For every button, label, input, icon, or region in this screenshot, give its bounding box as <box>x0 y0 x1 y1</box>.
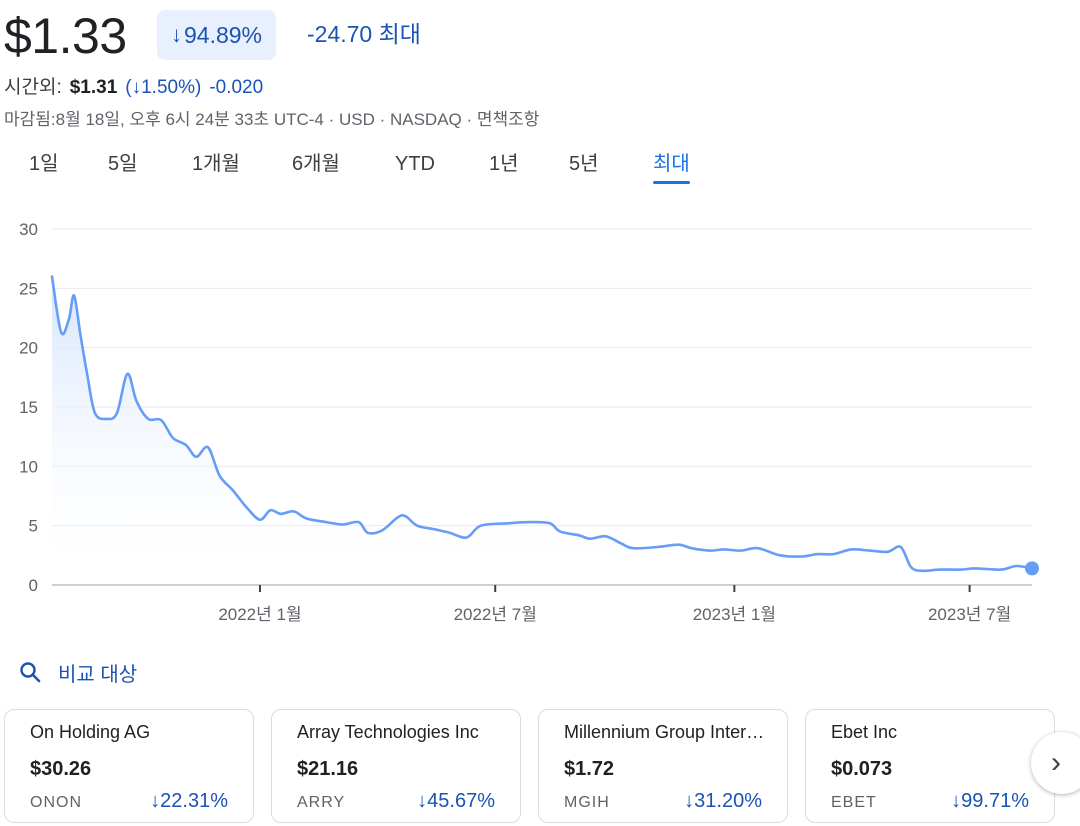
tab-5-days[interactable]: 5일 <box>108 148 138 188</box>
compare-to-label: 비교 대상 <box>58 663 138 686</box>
y-tick-label: 10 <box>19 457 38 476</box>
after-hours-label: 시간외: <box>4 77 62 98</box>
compare-card-onon[interactable]: On Holding AG $30.26 ONON ↓22.31% <box>4 709 254 823</box>
card-ticker: ONON <box>30 794 82 811</box>
card-price: $30.26 <box>30 758 92 780</box>
after-hours-percent-value: 1.50% <box>141 77 195 98</box>
card-change-value: 31.20% <box>694 790 762 812</box>
y-tick-label: 25 <box>19 279 38 298</box>
y-tick-label: 15 <box>19 398 38 417</box>
after-hours-percent: (↓1.50%) <box>125 77 202 98</box>
change-percent-value: 94.89% <box>184 21 263 48</box>
market-status-meta: 마감됨:8월 18일, 오후 6시 24분 33초 UTC-4 · USD · … <box>4 110 540 129</box>
x-tick-label: 2022년 7월 <box>454 605 537 624</box>
card-change: ↓31.20% <box>684 788 762 814</box>
period-label: 최대 <box>378 21 421 47</box>
arrow-down-icon: ↓ <box>131 77 142 98</box>
card-company-name: Array Technologies Inc <box>297 722 479 742</box>
search-icon <box>20 662 41 683</box>
card-change-value: 99.71% <box>961 790 1029 812</box>
change-absolute: -24.70 <box>307 21 373 47</box>
card-change-value: 22.31% <box>160 790 228 812</box>
chevron-right-icon: › <box>1051 746 1061 779</box>
chart-x-axis: 2022년 1월 2022년 7월 2023년 1월 2023년 7월 <box>218 585 1011 624</box>
tab-1-day[interactable]: 1일 <box>29 148 59 188</box>
card-company-name: On Holding AG <box>30 722 151 742</box>
card-price: $1.72 <box>564 758 615 780</box>
x-tick-label: 2022년 1월 <box>218 605 301 624</box>
price-chart[interactable]: 051015202530 2022년 1월 2022년 7월 2023년 1월 202… <box>0 210 1080 635</box>
after-hours-price: $1.31 <box>69 77 118 98</box>
tab-ytd[interactable]: YTD <box>395 148 435 188</box>
compare-card-ebet[interactable]: Ebet Inc $0.073 EBET ↓99.71% <box>805 709 1055 823</box>
chart-current-point <box>1025 561 1039 576</box>
chart-y-axis: 0 5 10 15 20 25 30 <box>19 220 38 595</box>
change-percent-badge: ↓ 94.89% <box>157 10 277 60</box>
y-tick-label: 5 <box>29 517 38 536</box>
current-price: $1.33 <box>4 8 127 64</box>
card-company-name: Millennium Group Inter… <box>564 722 765 742</box>
after-hours-row: 시간외: $1.31 (↓1.50%) -0.020 <box>4 74 263 102</box>
y-tick-label: 0 <box>29 576 38 595</box>
card-company-name: Ebet Inc <box>831 722 898 742</box>
card-change: ↓22.31% <box>150 788 228 814</box>
arrow-down-icon: ↓ <box>684 790 695 812</box>
tab-1-month[interactable]: 1개월 <box>192 148 240 188</box>
change-summary: -24.70 최대 <box>307 18 421 50</box>
x-tick-label: 2023년 7월 <box>928 605 1011 624</box>
arrow-down-icon: ↓ <box>417 790 428 812</box>
tab-5-years[interactable]: 5년 <box>569 148 599 188</box>
chart-area-fill <box>52 276 1032 585</box>
card-change-value: 45.67% <box>427 790 495 812</box>
y-tick-label: 20 <box>19 339 38 358</box>
card-change: ↓45.67% <box>417 788 495 814</box>
card-ticker: ARRY <box>297 794 346 811</box>
tab-1-year[interactable]: 1년 <box>489 148 519 188</box>
arrow-down-icon: ↓ <box>171 22 182 47</box>
card-price: $0.073 <box>831 758 893 780</box>
arrow-down-icon: ↓ <box>150 790 161 812</box>
card-ticker: MGIH <box>564 794 610 811</box>
after-hours-change: -0.020 <box>209 77 264 98</box>
tab-6-months[interactable]: 6개월 <box>292 148 340 188</box>
tab-max[interactable]: 최대 <box>653 148 690 188</box>
range-tabs: 1일 5일 1개월 6개월 YTD 1년 5년 최대 <box>0 148 1080 188</box>
card-price: $21.16 <box>297 758 359 780</box>
y-tick-label: 30 <box>19 220 38 239</box>
compare-to-link[interactable]: 비교 대상 <box>18 656 137 688</box>
card-ticker: EBET <box>831 794 877 811</box>
card-change: ↓99.71% <box>951 788 1029 814</box>
x-tick-label: 2023년 1월 <box>693 605 776 624</box>
arrow-down-icon: ↓ <box>951 790 962 812</box>
compare-card-mgih[interactable]: Millennium Group Inter… $1.72 MGIH ↓31.2… <box>538 709 788 823</box>
compare-card-arry[interactable]: Array Technologies Inc $21.16 ARRY ↓45.6… <box>271 709 521 823</box>
